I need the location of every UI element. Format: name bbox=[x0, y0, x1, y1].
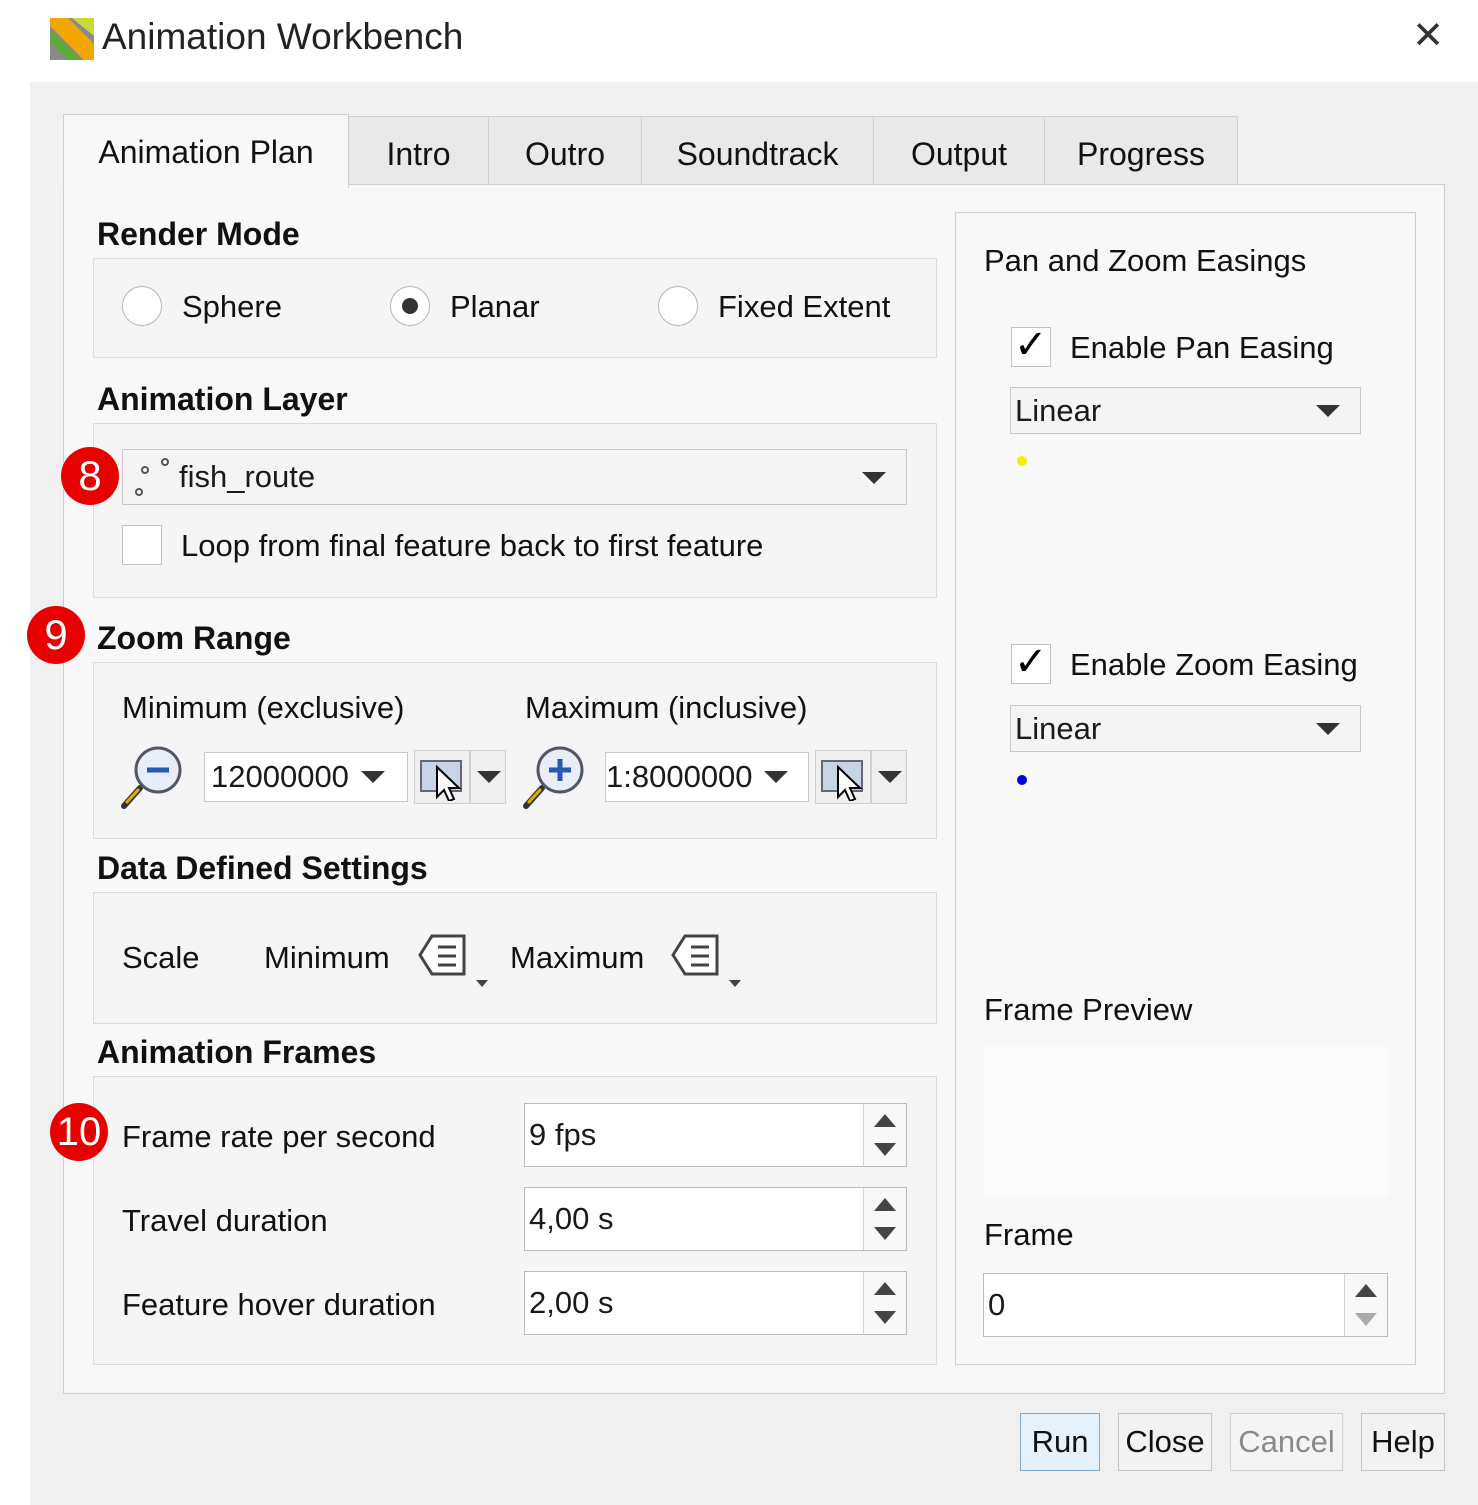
planar-radio[interactable] bbox=[390, 286, 430, 326]
render-mode-heading: Render Mode bbox=[97, 216, 300, 252]
help-button[interactable]: Help bbox=[1361, 1413, 1445, 1471]
checkmark-icon: ✓ bbox=[1014, 640, 1048, 684]
spin-down-icon[interactable] bbox=[874, 1143, 896, 1156]
animation-frames-heading: Animation Frames bbox=[97, 1034, 377, 1070]
scale-min-data-defined-button[interactable] bbox=[418, 932, 492, 990]
zoom-easing-combobox[interactable]: Linear bbox=[1010, 705, 1361, 752]
chevron-down-icon bbox=[1316, 723, 1340, 735]
zoom-easing-label: Enable Zoom Easing bbox=[1070, 647, 1358, 682]
tab-progress[interactable]: Progress bbox=[1044, 116, 1238, 186]
frame-rate-label: Frame rate per second bbox=[122, 1119, 436, 1154]
zoom-max-canvas-button[interactable] bbox=[815, 750, 871, 804]
travel-duration-label: Travel duration bbox=[122, 1203, 328, 1238]
checkmark-icon: ✓ bbox=[1014, 323, 1048, 367]
hover-duration-value: 2,00 s bbox=[529, 1285, 614, 1320]
chevron-down-icon bbox=[862, 472, 886, 484]
chevron-down-icon bbox=[477, 771, 501, 783]
chevron-down-icon bbox=[361, 771, 385, 783]
spin-up-icon[interactable] bbox=[874, 1198, 896, 1211]
zoom-min-value: 12000000 bbox=[211, 759, 349, 794]
spin-up-icon[interactable] bbox=[874, 1114, 896, 1127]
zoom-range-heading: Zoom Range bbox=[97, 620, 291, 656]
sphere-radio[interactable] bbox=[122, 286, 162, 326]
layer-value: fish_route bbox=[179, 459, 316, 494]
tab-intro[interactable]: Intro bbox=[348, 116, 489, 186]
frame-rate-value: 9 fps bbox=[529, 1117, 597, 1152]
animation-layer-heading: Animation Layer bbox=[97, 381, 348, 417]
fixed-extent-label: Fixed Extent bbox=[718, 289, 891, 324]
zoom-min-canvas-button[interactable] bbox=[414, 750, 470, 804]
frame-value: 0 bbox=[988, 1287, 1006, 1322]
zoom-in-icon bbox=[523, 746, 584, 809]
chevron-down-icon bbox=[878, 771, 902, 783]
spin-down-icon[interactable] bbox=[874, 1227, 896, 1240]
close-icon[interactable]: ✕ bbox=[1408, 16, 1448, 56]
spin-down-icon[interactable] bbox=[874, 1311, 896, 1324]
zoom-min-combobox[interactable]: 12000000 bbox=[204, 752, 408, 802]
tab-outro[interactable]: Outro bbox=[488, 116, 642, 186]
point-layer-icon bbox=[135, 458, 169, 496]
spin-down-icon[interactable] bbox=[1355, 1313, 1377, 1326]
hover-duration-spinbox[interactable]: 2,00 s bbox=[524, 1271, 907, 1335]
easings-heading: Pan and Zoom Easings bbox=[984, 243, 1307, 278]
zoom-max-combobox[interactable]: 1:8000000 bbox=[605, 752, 809, 802]
data-defined-icon bbox=[671, 934, 741, 987]
chevron-down-icon bbox=[1316, 405, 1340, 417]
loop-label: Loop from final feature back to first fe… bbox=[181, 528, 764, 563]
cancel-button[interactable]: Cancel bbox=[1230, 1413, 1343, 1471]
loop-checkbox[interactable] bbox=[122, 525, 162, 565]
tab-animation-plan[interactable]: Animation Plan bbox=[63, 114, 349, 188]
frame-rate-spinbox[interactable]: 9 fps bbox=[524, 1103, 907, 1167]
data-defined-heading: Data Defined Settings bbox=[97, 850, 428, 886]
planar-label: Planar bbox=[450, 289, 540, 324]
zoom-range-group bbox=[93, 662, 937, 839]
run-button[interactable]: Run bbox=[1020, 1413, 1100, 1471]
annotation-badge-10: 10 bbox=[50, 1103, 108, 1161]
layer-combobox[interactable]: fish_route bbox=[122, 449, 907, 505]
tab-output[interactable]: Output bbox=[873, 116, 1045, 186]
spin-up-icon[interactable] bbox=[874, 1282, 896, 1295]
pan-easing-checkbox[interactable]: ✓ bbox=[1011, 323, 1051, 367]
fixed-extent-radio[interactable] bbox=[658, 286, 698, 326]
pan-easing-preview-dot bbox=[1017, 456, 1027, 466]
zoom-out-icon bbox=[121, 746, 182, 809]
scale-label: Scale bbox=[122, 940, 200, 975]
window-title: Animation Workbench bbox=[102, 16, 464, 57]
close-button[interactable]: Close bbox=[1118, 1413, 1212, 1471]
spin-up-icon[interactable] bbox=[1355, 1284, 1377, 1297]
zoom-max-label: Maximum (inclusive) bbox=[525, 690, 808, 725]
travel-duration-value: 4,00 s bbox=[529, 1201, 614, 1236]
frame-spinbox[interactable]: 0 bbox=[983, 1273, 1388, 1337]
scale-max-label: Maximum bbox=[510, 940, 645, 975]
data-defined-icon bbox=[418, 934, 488, 987]
app-logo-icon bbox=[48, 14, 96, 62]
sphere-label: Sphere bbox=[182, 289, 282, 324]
travel-duration-spinbox[interactable]: 4,00 s bbox=[524, 1187, 907, 1251]
annotation-badge-9: 9 bbox=[27, 606, 85, 664]
zoom-min-dropdown-button[interactable] bbox=[470, 750, 506, 804]
zoom-max-dropdown-button[interactable] bbox=[871, 750, 907, 804]
map-canvas-cursor-icon bbox=[821, 760, 863, 801]
zoom-max-value: 1:8000000 bbox=[606, 759, 753, 794]
scale-min-label: Minimum bbox=[264, 940, 390, 975]
pan-easing-combobox[interactable]: Linear bbox=[1010, 387, 1361, 434]
zoom-easing-value: Linear bbox=[1015, 710, 1102, 746]
hover-duration-label: Feature hover duration bbox=[122, 1287, 436, 1322]
chevron-down-icon bbox=[764, 771, 788, 783]
annotation-badge-8: 8 bbox=[61, 447, 119, 505]
zoom-easing-checkbox[interactable]: ✓ bbox=[1011, 640, 1051, 684]
tab-soundtrack[interactable]: Soundtrack bbox=[641, 116, 874, 186]
frame-preview-heading: Frame Preview bbox=[984, 992, 1193, 1027]
zoom-min-label: Minimum (exclusive) bbox=[122, 690, 405, 725]
scale-max-data-defined-button[interactable] bbox=[671, 932, 745, 990]
frame-label: Frame bbox=[984, 1217, 1074, 1252]
frame-preview-area bbox=[983, 1046, 1389, 1196]
map-canvas-cursor-icon bbox=[420, 760, 462, 801]
zoom-easing-preview-dot bbox=[1017, 775, 1027, 785]
pan-easing-label: Enable Pan Easing bbox=[1070, 330, 1334, 365]
pan-easing-value: Linear bbox=[1015, 392, 1102, 428]
